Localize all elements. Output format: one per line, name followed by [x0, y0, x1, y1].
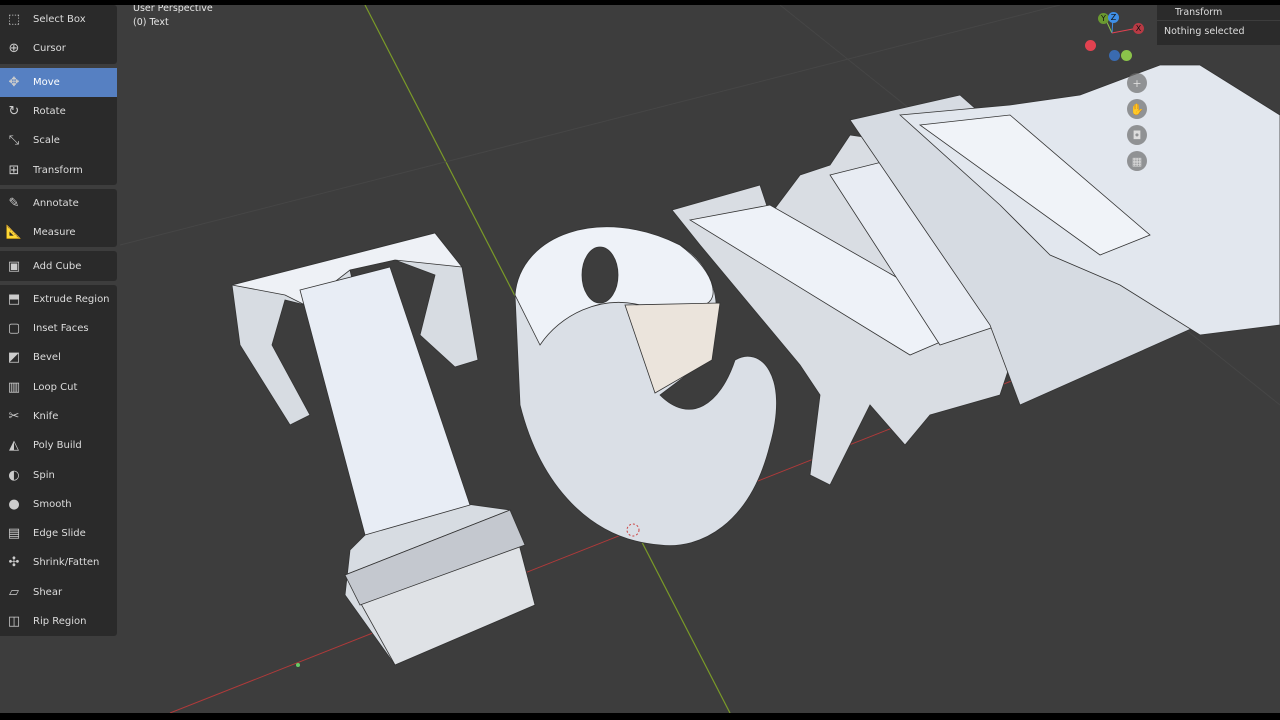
- shrink-fatten-icon: ✣: [8, 555, 20, 571]
- tool-rip-region[interactable]: ◫ Rip Region: [0, 607, 117, 636]
- sidebar-tab-transform[interactable]: Transform: [1157, 5, 1280, 20]
- tool-label: Loop Cut: [33, 381, 78, 393]
- tool-shrink-fatten[interactable]: ✣ Shrink/Fatten: [0, 548, 117, 577]
- tool-bevel[interactable]: ◩ Bevel: [0, 343, 117, 372]
- gizmo-x-axis[interactable]: X: [1133, 23, 1144, 34]
- cursor-icon: ⊕: [8, 41, 20, 57]
- gizmo-neg-x[interactable]: [1085, 40, 1096, 51]
- tool-smooth[interactable]: ● Smooth: [0, 490, 117, 519]
- scene-geometry: [119, 5, 1280, 713]
- tool-edge-slide[interactable]: ▤ Edge Slide: [0, 519, 117, 548]
- tool-label: Shrink/Fatten: [33, 557, 100, 569]
- spin-icon: ◐: [8, 467, 20, 483]
- rotate-icon: ↻: [8, 104, 20, 120]
- tool-measure[interactable]: 📐 Measure: [0, 218, 117, 247]
- tool-transform[interactable]: ⊞ Transform: [0, 155, 117, 184]
- tool-shelf: ⬚ Select Box ⊕ Cursor ✥ Move ↻ Rotate ⤡ Scale ⊞ Tra…: [0, 5, 117, 640]
- tool-select-box[interactable]: ⬚ Select Box: [0, 5, 117, 34]
- gizmo-neg-z[interactable]: [1109, 50, 1120, 61]
- tool-label: Spin: [33, 469, 55, 481]
- tool-rotate[interactable]: ↻ Rotate: [0, 97, 117, 126]
- object-label: (0) Text: [133, 17, 169, 28]
- camera-icon[interactable]: ◘: [1127, 125, 1147, 145]
- zoom-icon[interactable]: +: [1127, 73, 1147, 93]
- tool-group: ⬚ Select Box ⊕ Cursor: [0, 5, 117, 64]
- loop-cut-icon: ▥: [7, 379, 21, 395]
- tool-group: ⬒ Extrude Region ▢ Inset Faces ◩ Bevel ▥ Loop C…: [0, 284, 117, 637]
- grid-view-icon[interactable]: ▦: [1127, 151, 1147, 171]
- smooth-icon: ●: [8, 496, 20, 512]
- tool-label: Annotate: [33, 197, 79, 209]
- tool-cursor[interactable]: ⊕ Cursor: [0, 34, 117, 63]
- tool-shear[interactable]: ▱ Shear: [0, 578, 117, 607]
- bevel-icon: ◩: [7, 350, 21, 366]
- tool-scale[interactable]: ⤡ Scale: [0, 126, 117, 155]
- origin-point: [296, 663, 300, 667]
- gizmo-neg-y[interactable]: [1121, 50, 1132, 61]
- knife-icon: ✂: [8, 409, 20, 424]
- transform-icon: ⊞: [8, 162, 20, 178]
- tool-label: Measure: [33, 227, 76, 239]
- tool-loop-cut[interactable]: ▥ Loop Cut: [0, 373, 117, 402]
- tool-add-cube[interactable]: ▣ Add Cube: [0, 251, 117, 280]
- inset-icon: ▢: [7, 321, 21, 337]
- letter-t: [231, 232, 536, 666]
- tool-group: ▣ Add Cube: [0, 251, 117, 281]
- tool-label: Rip Region: [33, 616, 87, 628]
- select-box-icon: ⬚: [7, 12, 21, 28]
- tool-spin[interactable]: ◐ Spin: [0, 460, 117, 489]
- tool-label: Knife: [33, 411, 59, 422]
- rip-region-icon: ◫: [7, 614, 21, 630]
- poly-build-icon: ◭: [9, 438, 19, 454]
- tool-label: Cursor: [33, 43, 66, 55]
- tool-poly-build[interactable]: ◭ Poly Build: [0, 431, 117, 460]
- tool-label: Poly Build: [33, 440, 82, 452]
- tool-label: Scale: [33, 135, 60, 147]
- pan-hand-icon[interactable]: ✋: [1127, 99, 1147, 119]
- tool-group: ✎ Annotate 📐 Measure: [0, 188, 117, 248]
- tool-label: Select Box: [33, 14, 86, 26]
- scale-icon: ⤡: [8, 133, 20, 149]
- extrude-icon: ⬒: [7, 291, 21, 307]
- measure-icon: 📐: [5, 225, 23, 241]
- selection-status: Nothing selected: [1157, 21, 1280, 45]
- shear-icon: ▱: [9, 584, 19, 600]
- tool-knife[interactable]: ✂ Knife: [0, 402, 117, 431]
- 3d-viewport[interactable]: User Perspective (0) Text Transform Noth…: [0, 5, 1280, 713]
- tool-label: Edge Slide: [33, 528, 86, 540]
- tool-label: Inset Faces: [33, 323, 89, 335]
- tool-label: Smooth: [33, 498, 72, 510]
- tool-label: Rotate: [33, 106, 66, 118]
- tool-label: Extrude Region: [33, 293, 110, 305]
- tool-move[interactable]: ✥ Move: [0, 67, 117, 97]
- move-icon: ✥: [8, 74, 20, 90]
- tool-label: Move: [33, 76, 60, 88]
- tool-label: Transform: [33, 164, 83, 176]
- gizmo-z-axis[interactable]: Z: [1108, 12, 1119, 23]
- tool-label: Bevel: [33, 352, 61, 364]
- edge-slide-icon: ▤: [7, 526, 21, 542]
- tool-inset[interactable]: ▢ Inset Faces: [0, 314, 117, 343]
- tool-label: Add Cube: [33, 260, 82, 272]
- tool-annotate[interactable]: ✎ Annotate: [0, 189, 117, 218]
- perspective-label: User Perspective: [133, 5, 213, 14]
- tool-extrude[interactable]: ⬒ Extrude Region: [0, 285, 117, 314]
- tool-label: Shear: [33, 586, 63, 598]
- tool-group: ✥ Move ↻ Rotate ⤡ Scale ⊞ Transform: [0, 67, 117, 185]
- annotate-icon: ✎: [8, 195, 20, 211]
- add-cube-icon: ▣: [7, 258, 21, 274]
